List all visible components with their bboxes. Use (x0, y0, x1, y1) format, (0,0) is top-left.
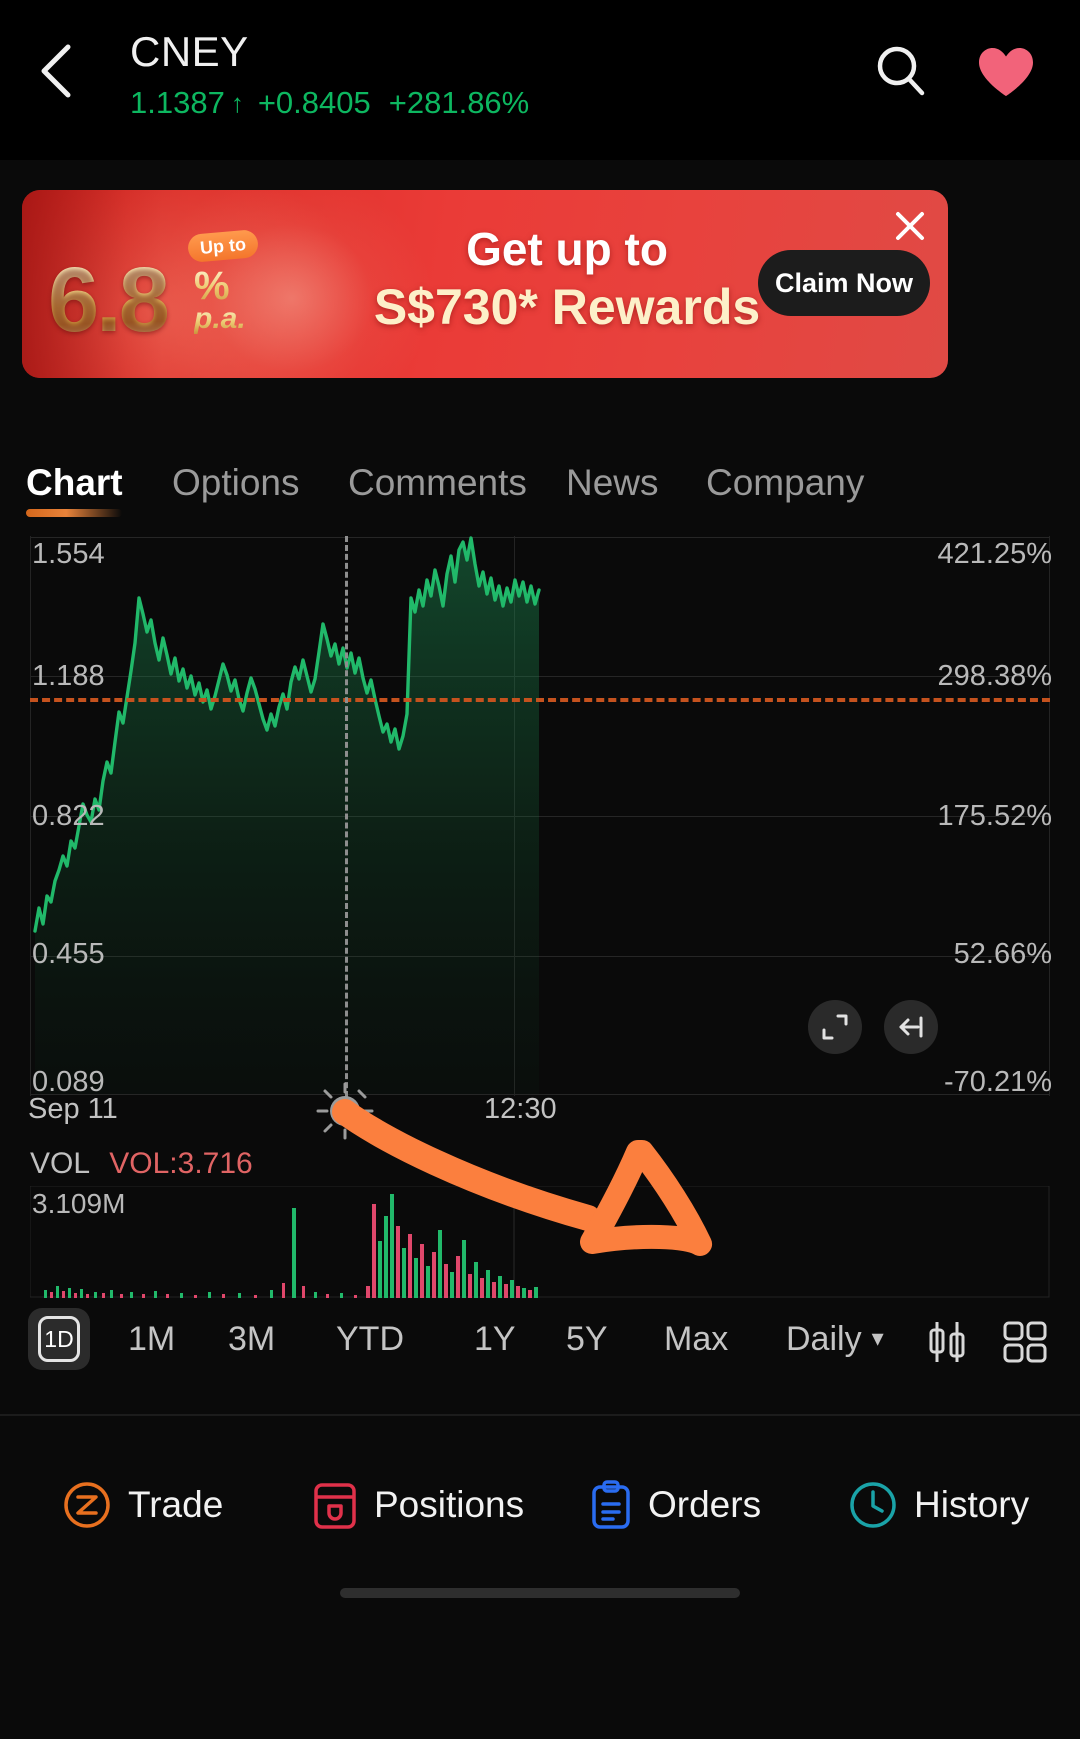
nav-positions[interactable]: Positions (312, 1480, 524, 1530)
y-axis-label-0: 1.554 (32, 538, 105, 570)
back-button[interactable] (20, 36, 90, 106)
banner-rate-number: 6.8 (48, 249, 170, 351)
period-5y[interactable]: 5Y (566, 1308, 608, 1370)
tab-options[interactable]: Options (172, 455, 300, 511)
claim-now-button[interactable]: Claim Now (758, 250, 930, 316)
nav-orders-label: Orders (648, 1484, 762, 1525)
layout-grid-button[interactable] (1002, 1320, 1048, 1364)
period-selector: 1D 1M 3M YTD 1Y 5Y Max Daily ▾ (0, 1308, 1080, 1390)
banner-upto-badge: Up to (186, 229, 260, 263)
tab-comments[interactable]: Comments (348, 455, 527, 511)
banner-rate-per-annum: p.a. (194, 302, 246, 335)
promo-banner[interactable]: 6.8 % p.a. Up to Get up to S$730* Reward… (22, 190, 948, 378)
nav-history-label: History (914, 1484, 1030, 1525)
y-axis-label-3: 0.455 (32, 938, 105, 970)
trade-icon (64, 1482, 110, 1528)
y2-axis-label-0: 421.25% (937, 538, 1053, 570)
orders-icon (592, 1480, 630, 1529)
y2-axis-label-1: 298.38% (937, 660, 1053, 692)
period-1d-frame-icon (38, 1316, 80, 1362)
close-icon (896, 212, 924, 240)
banner-close-button[interactable] (888, 204, 932, 248)
collapse-left-icon (899, 1016, 923, 1038)
chevron-down-icon: ▾ (871, 1325, 884, 1352)
y2-axis-label-2: 175.52% (937, 800, 1053, 832)
volume-header: VOL VOL:3.716 (30, 1146, 253, 1182)
cost-basis-line (30, 698, 1050, 702)
search-button[interactable] (868, 38, 934, 104)
tab-chart[interactable]: Chart (26, 455, 123, 511)
grid-icon (1003, 1321, 1047, 1363)
volume-chart (30, 1186, 1050, 1298)
candlestick-icon (929, 1322, 965, 1362)
banner-line-1: Get up to (466, 223, 668, 275)
heart-icon (979, 48, 1033, 96)
volume-value: VOL:3.716 (109, 1147, 253, 1180)
candlestick-toggle-button[interactable] (922, 1320, 972, 1364)
collapse-left-button[interactable] (884, 1000, 938, 1054)
price-change: +0.8405 (257, 85, 371, 120)
search-icon (877, 46, 925, 96)
nav-history[interactable]: History (848, 1480, 1029, 1530)
chevron-left-icon (41, 44, 71, 98)
bottom-action-bar: Trade Positions Orders History (0, 1440, 1080, 1620)
tab-company[interactable]: Company (706, 455, 864, 511)
fullscreen-icon (822, 1014, 848, 1040)
period-1m[interactable]: 1M (128, 1308, 175, 1370)
nav-orders[interactable]: Orders (590, 1480, 761, 1530)
claim-now-label: Claim Now (774, 267, 914, 298)
crosshair-vertical-line[interactable] (345, 536, 348, 1106)
x-axis-label-mid: 12:30 (484, 1093, 557, 1125)
direction-arrow-icon: ↑ (230, 87, 244, 118)
price-change-percent: +281.86% (388, 85, 530, 120)
active-tab-underline (26, 509, 122, 517)
fullscreen-button[interactable] (808, 1000, 862, 1054)
interval-dropdown[interactable]: Daily ▾ (786, 1308, 884, 1370)
quote-row: 1.1387 ↑ +0.8405 +281.86% (130, 84, 529, 122)
symbol-ticker: CNEY (130, 28, 249, 75)
positions-icon (314, 1483, 356, 1529)
nav-trade-label: Trade (128, 1484, 224, 1525)
symbol-block: CNEY 1.1387 ↑ +0.8405 +281.86% (130, 28, 529, 122)
nav-positions-label: Positions (374, 1484, 525, 1525)
history-icon (850, 1482, 896, 1528)
y-axis-label-2: 0.822 (32, 800, 105, 832)
period-max[interactable]: Max (664, 1308, 728, 1370)
nav-trade[interactable]: Trade (62, 1480, 223, 1530)
y2-axis-label-3: 52.66% (953, 938, 1052, 970)
banner-text-block: Get up to S$730* Rewards (352, 222, 782, 338)
y-axis-label-1: 1.188 (32, 660, 105, 692)
favorite-button[interactable] (974, 42, 1038, 102)
section-tabs: Chart Options Comments News Company (0, 455, 1080, 525)
bottom-divider (0, 1414, 1080, 1416)
tab-news[interactable]: News (566, 455, 659, 511)
volume-bars (30, 1186, 1050, 1298)
app-header: CNEY 1.1387 ↑ +0.8405 +281.86% (0, 0, 1080, 160)
last-price: 1.1387 (130, 85, 225, 120)
stock-detail-screen: CNEY 1.1387 ↑ +0.8405 +281.86% 6.8 % p.a… (0, 0, 1080, 1739)
volume-label: VOL (30, 1147, 89, 1180)
banner-rate-percent: % (194, 264, 230, 308)
interval-label: Daily (786, 1320, 862, 1358)
period-ytd[interactable]: YTD (336, 1308, 404, 1370)
banner-rate-block: 6.8 % p.a. Up to (44, 226, 294, 366)
x-axis: Sep 11 12:30 (0, 1092, 1080, 1136)
home-indicator (340, 1588, 740, 1598)
period-1y[interactable]: 1Y (474, 1308, 516, 1370)
period-3m[interactable]: 3M (228, 1308, 275, 1370)
x-axis-label-start: Sep 11 (28, 1093, 118, 1125)
banner-line-2: S$730* Rewards (373, 279, 761, 335)
